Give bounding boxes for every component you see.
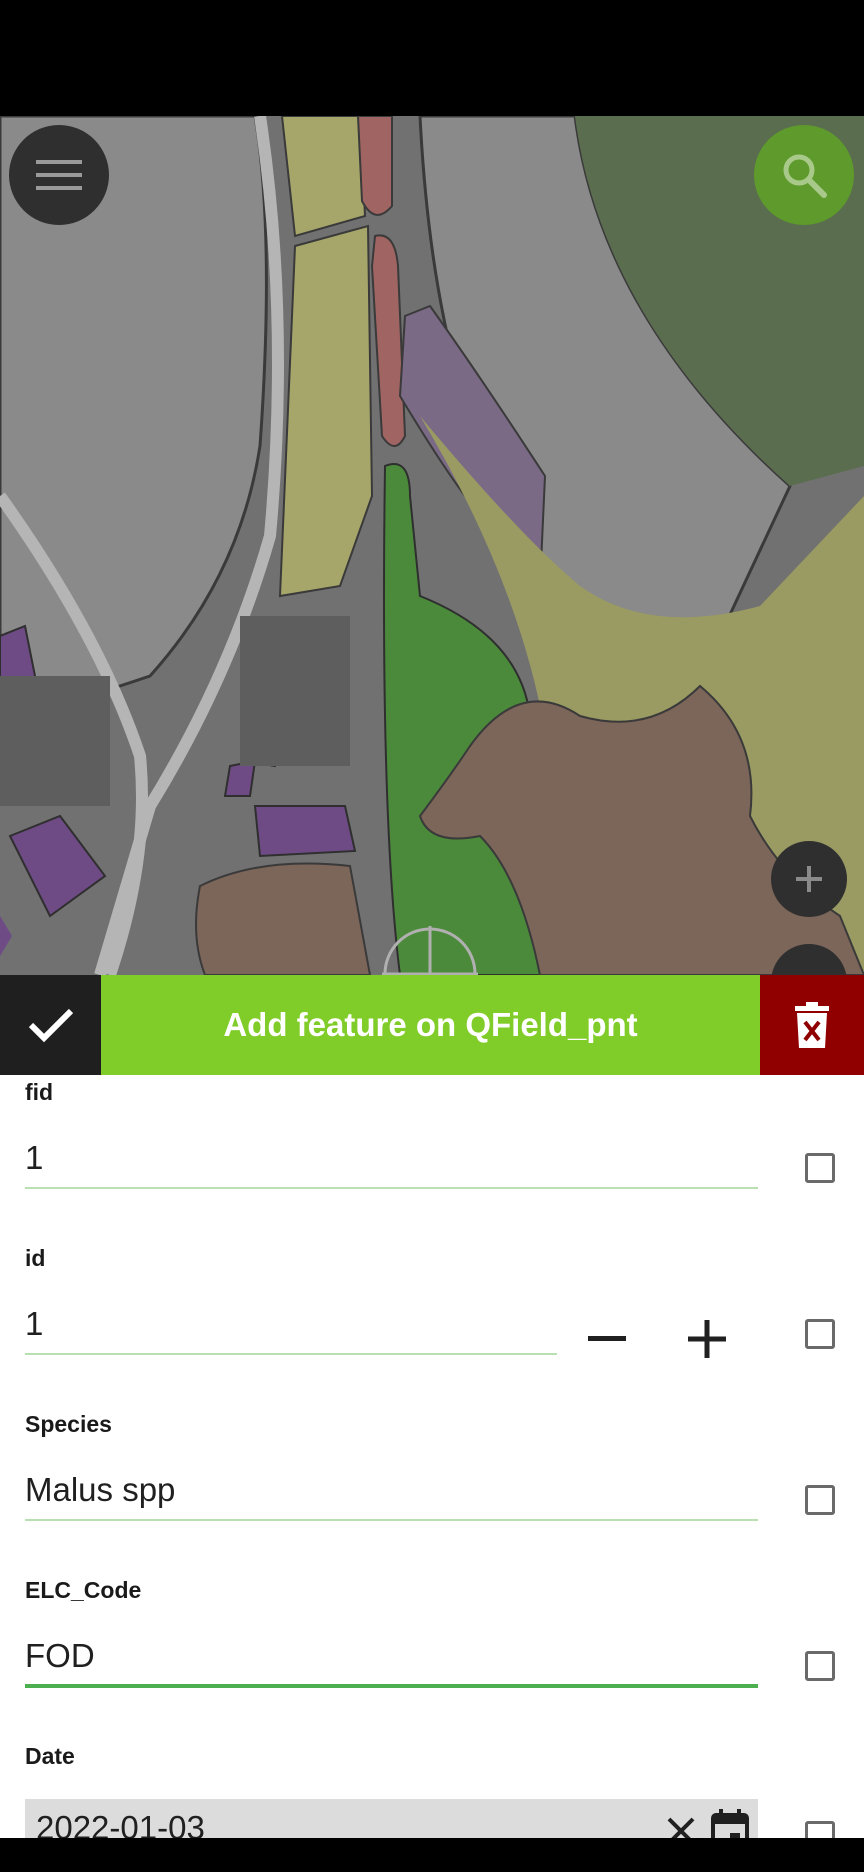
field-underline bbox=[25, 1353, 557, 1355]
crosshair-icon bbox=[382, 926, 478, 975]
plus-icon bbox=[796, 866, 822, 892]
delete-button[interactable] bbox=[760, 975, 864, 1075]
menu-button[interactable] bbox=[9, 125, 109, 225]
navigation-bar bbox=[0, 1838, 864, 1872]
field-label: id bbox=[25, 1245, 46, 1271]
field-label: ELC_Code bbox=[25, 1577, 142, 1603]
check-icon bbox=[28, 1008, 73, 1043]
elc-code-input[interactable]: FOD bbox=[25, 1637, 95, 1675]
menu-icon bbox=[36, 160, 82, 190]
map-canvas[interactable] bbox=[0, 116, 864, 975]
form-title: Add feature on QField_pnt bbox=[223, 1006, 638, 1043]
feature-form-toolbar: Add feature on QField_pnt bbox=[0, 975, 864, 1075]
species-input[interactable]: Malus spp bbox=[25, 1471, 175, 1509]
field-underline bbox=[25, 1519, 758, 1521]
increment-button[interactable] bbox=[677, 1309, 737, 1369]
aerial-imagery-map bbox=[0, 116, 864, 975]
field-underline-active bbox=[25, 1684, 758, 1688]
field-elc-code: ELC_Code FOD bbox=[0, 1573, 864, 1739]
remember-checkbox[interactable] bbox=[805, 1821, 835, 1838]
search-icon bbox=[783, 154, 827, 198]
field-date: Date 2022-01-03 bbox=[0, 1739, 864, 1838]
date-value: 2022-01-03 bbox=[36, 1809, 205, 1838]
remember-checkbox[interactable] bbox=[805, 1651, 835, 1681]
field-label: Species bbox=[25, 1411, 112, 1437]
field-fid: fid 1 bbox=[0, 1075, 864, 1241]
date-input[interactable]: 2022-01-03 bbox=[25, 1799, 758, 1838]
field-label: Date bbox=[25, 1743, 75, 1769]
minus-icon bbox=[588, 1336, 626, 1341]
status-bar bbox=[0, 0, 864, 116]
zoom-in-button[interactable] bbox=[771, 841, 847, 917]
trash-icon bbox=[795, 1002, 829, 1048]
toolbar-title-bar: Add feature on QField_pnt bbox=[101, 975, 760, 1075]
save-button[interactable] bbox=[0, 975, 101, 1075]
field-label: fid bbox=[25, 1079, 54, 1105]
id-input[interactable]: 1 bbox=[25, 1305, 43, 1343]
remember-checkbox[interactable] bbox=[805, 1485, 835, 1515]
search-button[interactable] bbox=[754, 125, 854, 225]
field-id: id 1 bbox=[0, 1241, 864, 1407]
close-icon[interactable] bbox=[661, 1811, 701, 1838]
feature-attribute-form: fid 1 id 1 Species Malus spp ELC_Code FO bbox=[0, 1075, 864, 1838]
field-species: Species Malus spp bbox=[0, 1407, 864, 1573]
plus-icon bbox=[688, 1320, 726, 1358]
calendar-icon[interactable] bbox=[710, 1809, 750, 1838]
decrement-button[interactable] bbox=[577, 1309, 637, 1369]
field-underline bbox=[25, 1187, 758, 1189]
remember-checkbox[interactable] bbox=[805, 1319, 835, 1349]
remember-checkbox[interactable] bbox=[805, 1153, 835, 1183]
fid-input[interactable]: 1 bbox=[25, 1139, 43, 1177]
